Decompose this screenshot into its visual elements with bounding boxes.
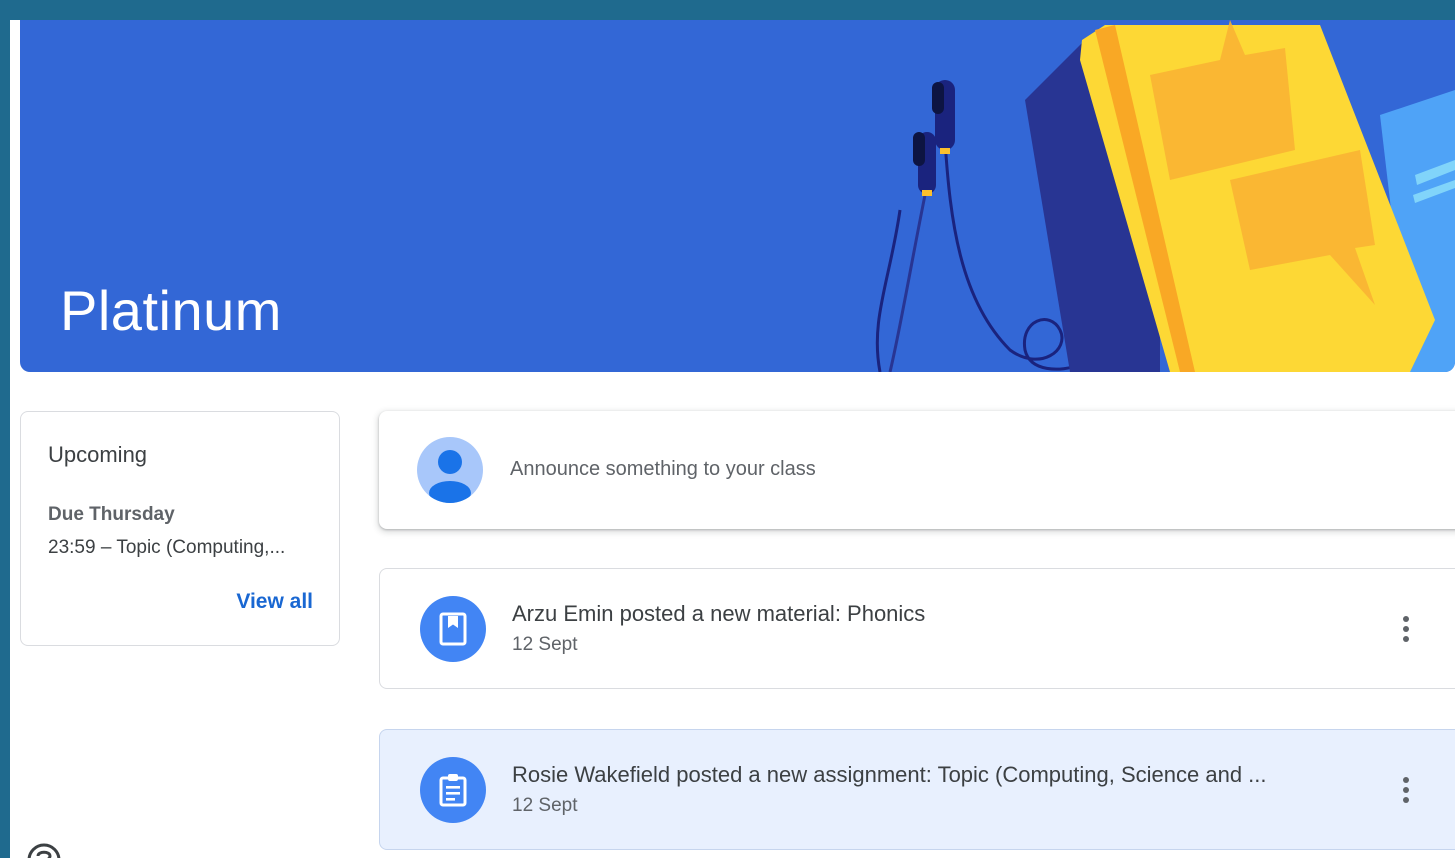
classroom-stream-page: Platinum Upcoming Due Thursday 23:59 – T…	[10, 20, 1455, 858]
upcoming-card: Upcoming Due Thursday 23:59 – Topic (Com…	[20, 411, 340, 646]
upcoming-title: Upcoming	[48, 442, 148, 467]
stream-post-material[interactable]: Arzu Emin posted a new material: Phonics…	[379, 568, 1455, 689]
announce-input[interactable]: Announce something to your class	[510, 458, 816, 481]
post-title[interactable]: Rosie Wakefield posted a new assignment:…	[512, 762, 1267, 788]
assignment-clipboard-icon	[420, 757, 486, 823]
post-date: 12 Sept	[512, 634, 578, 655]
material-bookmark-icon	[420, 596, 486, 662]
view-all-link[interactable]: View all	[236, 590, 313, 614]
person-icon	[429, 450, 471, 503]
stream-post-assignment[interactable]: Rosie Wakefield posted a new assignment:…	[379, 729, 1455, 850]
avatar	[417, 437, 483, 503]
post-title[interactable]: Arzu Emin posted a new material: Phonics	[512, 601, 925, 627]
announce-box[interactable]: Announce something to your class	[379, 411, 1455, 529]
help-icon[interactable]	[26, 842, 62, 858]
class-title: Platinum	[60, 279, 282, 342]
post-date: 12 Sept	[512, 795, 578, 816]
due-label: Due Thursday	[48, 504, 175, 525]
class-banner: Platinum	[20, 20, 1455, 372]
more-vert-icon[interactable]	[1386, 770, 1426, 810]
more-vert-icon[interactable]	[1386, 609, 1426, 649]
due-item-link[interactable]: 23:59 – Topic (Computing,...	[48, 537, 318, 559]
